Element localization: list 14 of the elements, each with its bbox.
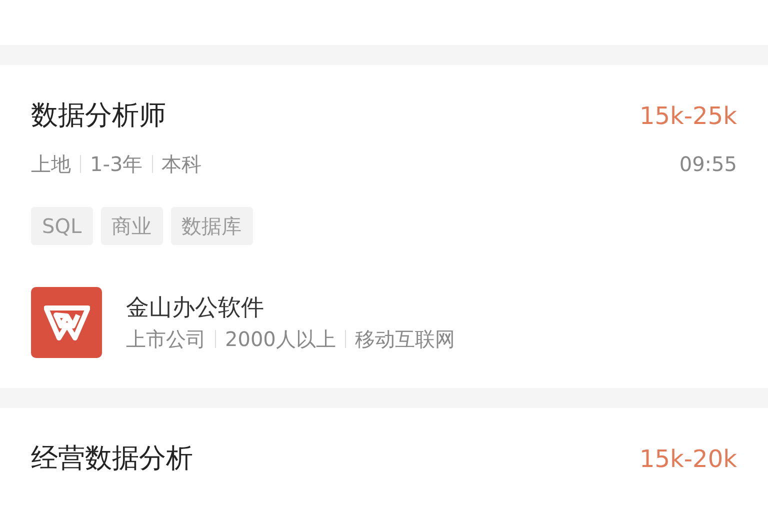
salary-text: 15k-20k: [639, 444, 737, 475]
job-card[interactable]: 数据分析师 15k-25k 上地 1-3年 本科 09:55 SQL 商业 数据库 金山办公软件 上市公司 2000人以上 移动互联网: [0, 65, 768, 388]
job-title: 经营数据分析: [31, 442, 193, 476]
skill-tag: 数据库: [170, 207, 253, 245]
job-requirements: 上地 1-3年 本科: [31, 151, 202, 178]
company-logo-icon: [31, 287, 102, 358]
salary-text: 15k-25k: [639, 101, 737, 132]
job-title: 数据分析师: [31, 99, 166, 133]
skill-tag: 商业: [100, 207, 163, 245]
company-info: 上市公司 2000人以上 移动互联网: [126, 326, 455, 352]
job-card[interactable]: 经营数据分析 15k-20k: [0, 408, 768, 496]
skill-tag: SQL: [31, 207, 93, 245]
post-time: 09:55: [679, 151, 737, 178]
company-name: 金山办公软件: [126, 294, 265, 322]
